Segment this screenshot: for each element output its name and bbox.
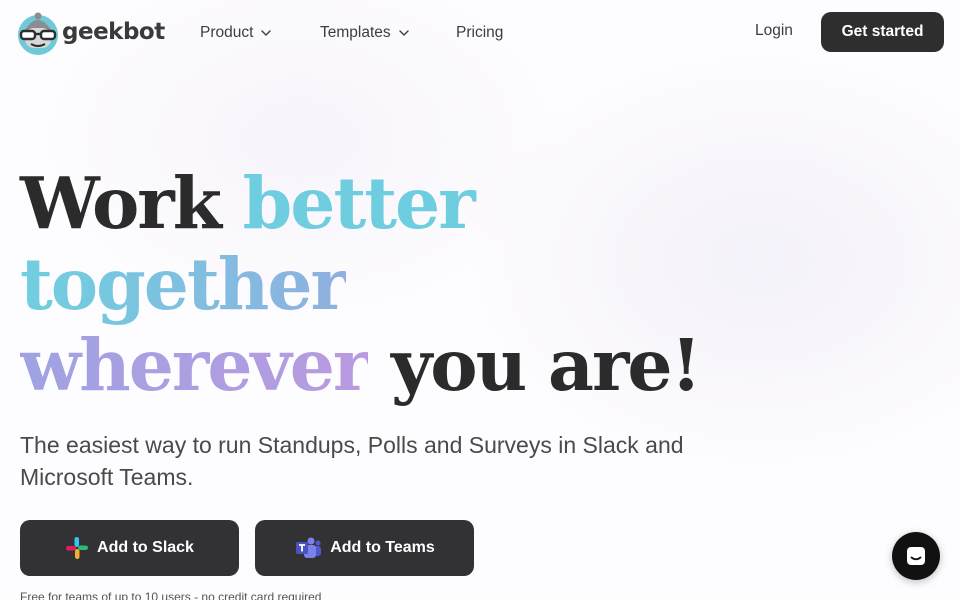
headline-word-work: Work xyxy=(20,161,222,245)
geekbot-robot-logo-icon xyxy=(18,12,58,55)
chat-launcher-button[interactable] xyxy=(892,532,940,580)
add-to-slack-label: Add to Slack xyxy=(97,539,194,556)
nav-item-pricing[interactable]: Pricing xyxy=(456,22,503,44)
get-started-button[interactable]: Get started xyxy=(821,12,944,52)
free-plan-note: Free for teams of up to 10 users - no cr… xyxy=(20,590,322,600)
nav-item-label: Product xyxy=(200,24,254,41)
hero-headline: Work better together wherever you are! xyxy=(20,163,740,406)
headline-word-better: better xyxy=(242,161,476,245)
chevron-down-icon xyxy=(398,30,409,36)
top-navigation: geekbot Product Templates Pricing Login … xyxy=(0,0,960,64)
nav-item-label: Templates xyxy=(320,24,391,41)
nav-item-templates[interactable]: Templates xyxy=(320,22,410,44)
add-to-slack-button[interactable]: Add to Slack xyxy=(20,520,239,576)
teams-logo-icon xyxy=(296,537,322,558)
add-to-teams-button[interactable]: Add to Teams xyxy=(255,520,474,576)
headline-word-together: together xyxy=(20,242,348,326)
chevron-down-icon xyxy=(261,30,272,36)
headline-line-1: Work better xyxy=(20,163,740,244)
headline-word-wherever: wherever xyxy=(20,323,370,407)
nav-item-label: Pricing xyxy=(456,24,504,41)
slack-logo-icon xyxy=(66,537,89,559)
brand-logo[interactable]: geekbot xyxy=(16,8,165,56)
hero-subtitle: The easiest way to run Standups, Polls a… xyxy=(20,432,684,490)
brand-name: geekbot xyxy=(62,19,165,45)
login-link[interactable]: Login xyxy=(755,22,793,40)
headline-line-3: wherever you are! xyxy=(20,325,740,406)
headline-line-2: together xyxy=(20,244,740,325)
chat-bubble-icon xyxy=(907,547,925,565)
add-to-teams-label: Add to Teams xyxy=(330,539,435,556)
nav-item-product[interactable]: Product xyxy=(200,22,272,44)
headline-words-you-are: you are! xyxy=(391,323,702,407)
